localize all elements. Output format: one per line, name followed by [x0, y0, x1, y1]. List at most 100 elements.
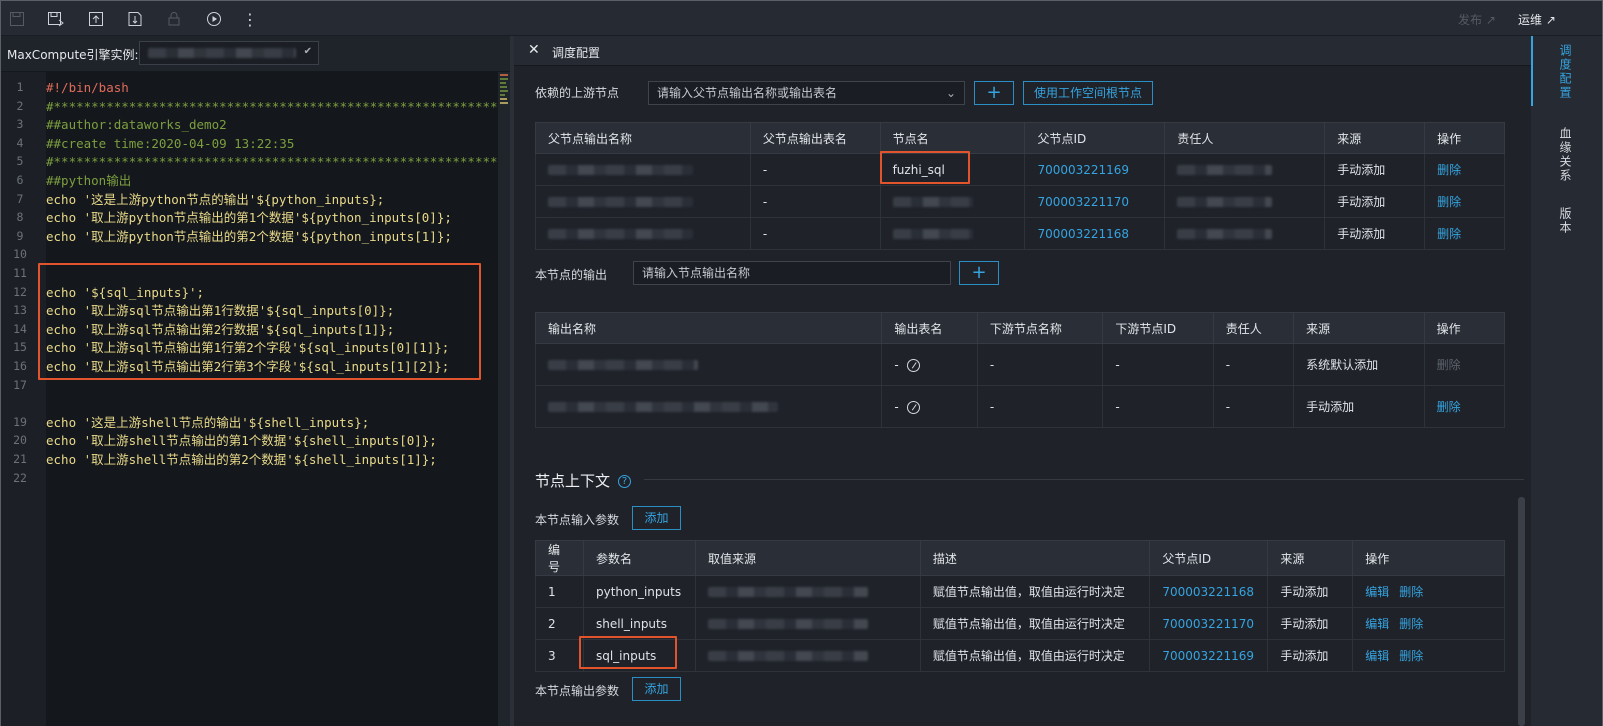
add-input-param-button[interactable]: 添加	[632, 506, 681, 530]
highlight-fuzhi-sql	[880, 151, 970, 184]
line-number: 16	[13, 359, 27, 373]
code-area[interactable]: #!/bin/bash #****************************…	[46, 72, 498, 726]
redacted-value	[892, 229, 973, 239]
add-output-param-button[interactable]: 添加	[632, 677, 681, 701]
line-number: 10	[13, 247, 27, 262]
minimap[interactable]	[498, 72, 510, 726]
redacted-value	[1177, 229, 1273, 239]
parent-id-link[interactable]: 700003221170	[1024, 185, 1166, 218]
delete-link[interactable]: 删除	[1399, 585, 1423, 599]
save-icon[interactable]	[7, 9, 27, 29]
parent-id-link[interactable]: 700003221169	[1024, 153, 1166, 186]
delete-link[interactable]: 删除	[1399, 649, 1423, 663]
engine-bar: MaxCompute引擎实例: ✔	[1, 36, 510, 72]
output-params-label: 本节点输出参数	[535, 684, 620, 698]
table-cell: -	[749, 153, 881, 186]
panel-scrollbar[interactable]	[1518, 497, 1525, 726]
panel-title: 调度配置	[552, 46, 601, 60]
redacted-value	[548, 165, 693, 175]
run-icon[interactable]	[204, 9, 224, 29]
table-cell: 赋值节点输出值，取值由运行时决定	[919, 607, 1151, 640]
parent-id-link[interactable]: 700003221169	[1149, 639, 1269, 672]
table-cell	[879, 217, 1026, 250]
tab-version[interactable]: 版本	[1531, 207, 1572, 235]
table-row: - 700003221170 手动添加 删除	[535, 185, 1505, 218]
edit-link[interactable]: 编辑	[1365, 617, 1389, 631]
table-cell	[1164, 217, 1326, 250]
output-table-cell: -	[881, 343, 978, 386]
save-as-icon[interactable]	[46, 9, 66, 29]
delete-link[interactable]: 删除	[1424, 217, 1505, 250]
edit-link[interactable]: 编辑	[1365, 649, 1389, 663]
delete-link[interactable]: 删除	[1399, 617, 1423, 631]
table-cell: 赋值节点输出值，取值由运行时决定	[919, 575, 1151, 608]
tab-lineage[interactable]: 血缘关系	[1531, 127, 1572, 183]
context-section-title: 节点上下文?	[535, 470, 632, 491]
redacted-value	[1177, 165, 1273, 175]
redacted-value	[1177, 197, 1273, 207]
delete-link[interactable]: 删除	[1424, 185, 1505, 218]
column-header: 来源	[1324, 122, 1426, 154]
edit-icon[interactable]	[906, 358, 920, 372]
code-line: echo '取上游shell节点输出的第2个数据'${shell_inputs[…	[46, 452, 437, 467]
table-row: 3 sql_inputs 赋值节点输出值，取值由运行时决定 700003221169 手…	[535, 639, 1505, 672]
line-number: 13	[13, 303, 27, 318]
edit-icon[interactable]	[906, 400, 920, 414]
table-row: 1 python_inputs 赋值节点输出值，取值由运行时决定 7000032211…	[535, 575, 1505, 608]
table-cell: -	[749, 217, 881, 250]
operations-cell: 编辑 删除	[1352, 575, 1505, 608]
column-header: 下游节点ID	[1102, 312, 1214, 344]
column-header: 父节点输出名称	[535, 122, 751, 154]
more-icon[interactable]: ⋮	[240, 9, 260, 29]
add-output-button[interactable]: +	[959, 261, 999, 285]
publish-button[interactable]: 发布 ↗	[1458, 11, 1496, 28]
line-number: 2	[16, 98, 24, 113]
output-table-value: -	[894, 357, 899, 372]
line-number: 9	[16, 228, 24, 243]
side-tabs: 调度配置 血缘关系 版本	[1531, 36, 1572, 726]
table-cell	[879, 185, 1026, 218]
parent-id-link[interactable]: 700003221170	[1149, 607, 1269, 640]
upstream-search-input[interactable]: 请输入父节点输出名称或输出表名 ⌄	[648, 81, 965, 105]
submit-icon[interactable]	[86, 9, 106, 29]
line-number: 7	[16, 191, 24, 206]
edit-link[interactable]: 编辑	[1365, 585, 1389, 599]
help-icon[interactable]: ?	[618, 475, 632, 488]
table-cell: 2	[535, 607, 584, 640]
table-cell	[1164, 153, 1326, 186]
output-label: 本节点的输出	[535, 268, 608, 282]
column-header: 编号	[535, 540, 584, 576]
parent-id-link[interactable]: 700003221168	[1149, 575, 1269, 608]
output-name-input[interactable]: 请输入节点输出名称	[633, 261, 951, 285]
ops-button[interactable]: 运维 ↗	[1518, 11, 1556, 28]
column-header: 输出表名	[881, 312, 978, 344]
delete-link[interactable]: 删除	[1424, 153, 1505, 186]
line-number	[1, 394, 39, 413]
close-icon[interactable]: ✕	[528, 42, 540, 58]
table-cell: -	[1212, 385, 1295, 428]
redacted-value	[548, 360, 698, 370]
line-number: 17	[13, 377, 27, 392]
highlight-sql-inputs-code	[38, 263, 481, 380]
table-cell: 1	[535, 575, 584, 608]
table-row: - - - - 系统默认添加 删除	[534, 343, 1506, 386]
add-upstream-button[interactable]: +	[974, 81, 1014, 105]
use-root-node-button[interactable]: 使用工作空间根节点	[1023, 81, 1154, 105]
lock-icon[interactable]	[164, 9, 184, 29]
steal-lock-icon[interactable]	[125, 9, 145, 29]
code-editor[interactable]: 1 2 3 4 5 6 7 8 9 10 11 12 13 14 15 16 17 19 20 21 22 #!/bin…	[1, 72, 510, 726]
delete-link[interactable]: 删除	[1423, 385, 1506, 428]
line-number: 15	[13, 340, 27, 355]
column-header: 责任人	[1164, 122, 1326, 154]
right-edge	[1572, 36, 1602, 726]
tab-schedule-config[interactable]: 调度配置	[1531, 44, 1572, 100]
redacted-value	[548, 402, 778, 412]
engine-instance-select[interactable]: ✔	[139, 41, 319, 65]
parent-id-link[interactable]: 700003221168	[1024, 217, 1166, 250]
code-line: #***************************************…	[46, 98, 498, 114]
params-table: 编号 参数名 取值来源 描述 父节点ID 来源 操作 1 python_inputs 赋值节点输…	[535, 540, 1505, 672]
column-header: 操作	[1352, 540, 1505, 576]
line-number: 8	[16, 210, 24, 225]
code-line: #***************************************…	[46, 154, 498, 170]
